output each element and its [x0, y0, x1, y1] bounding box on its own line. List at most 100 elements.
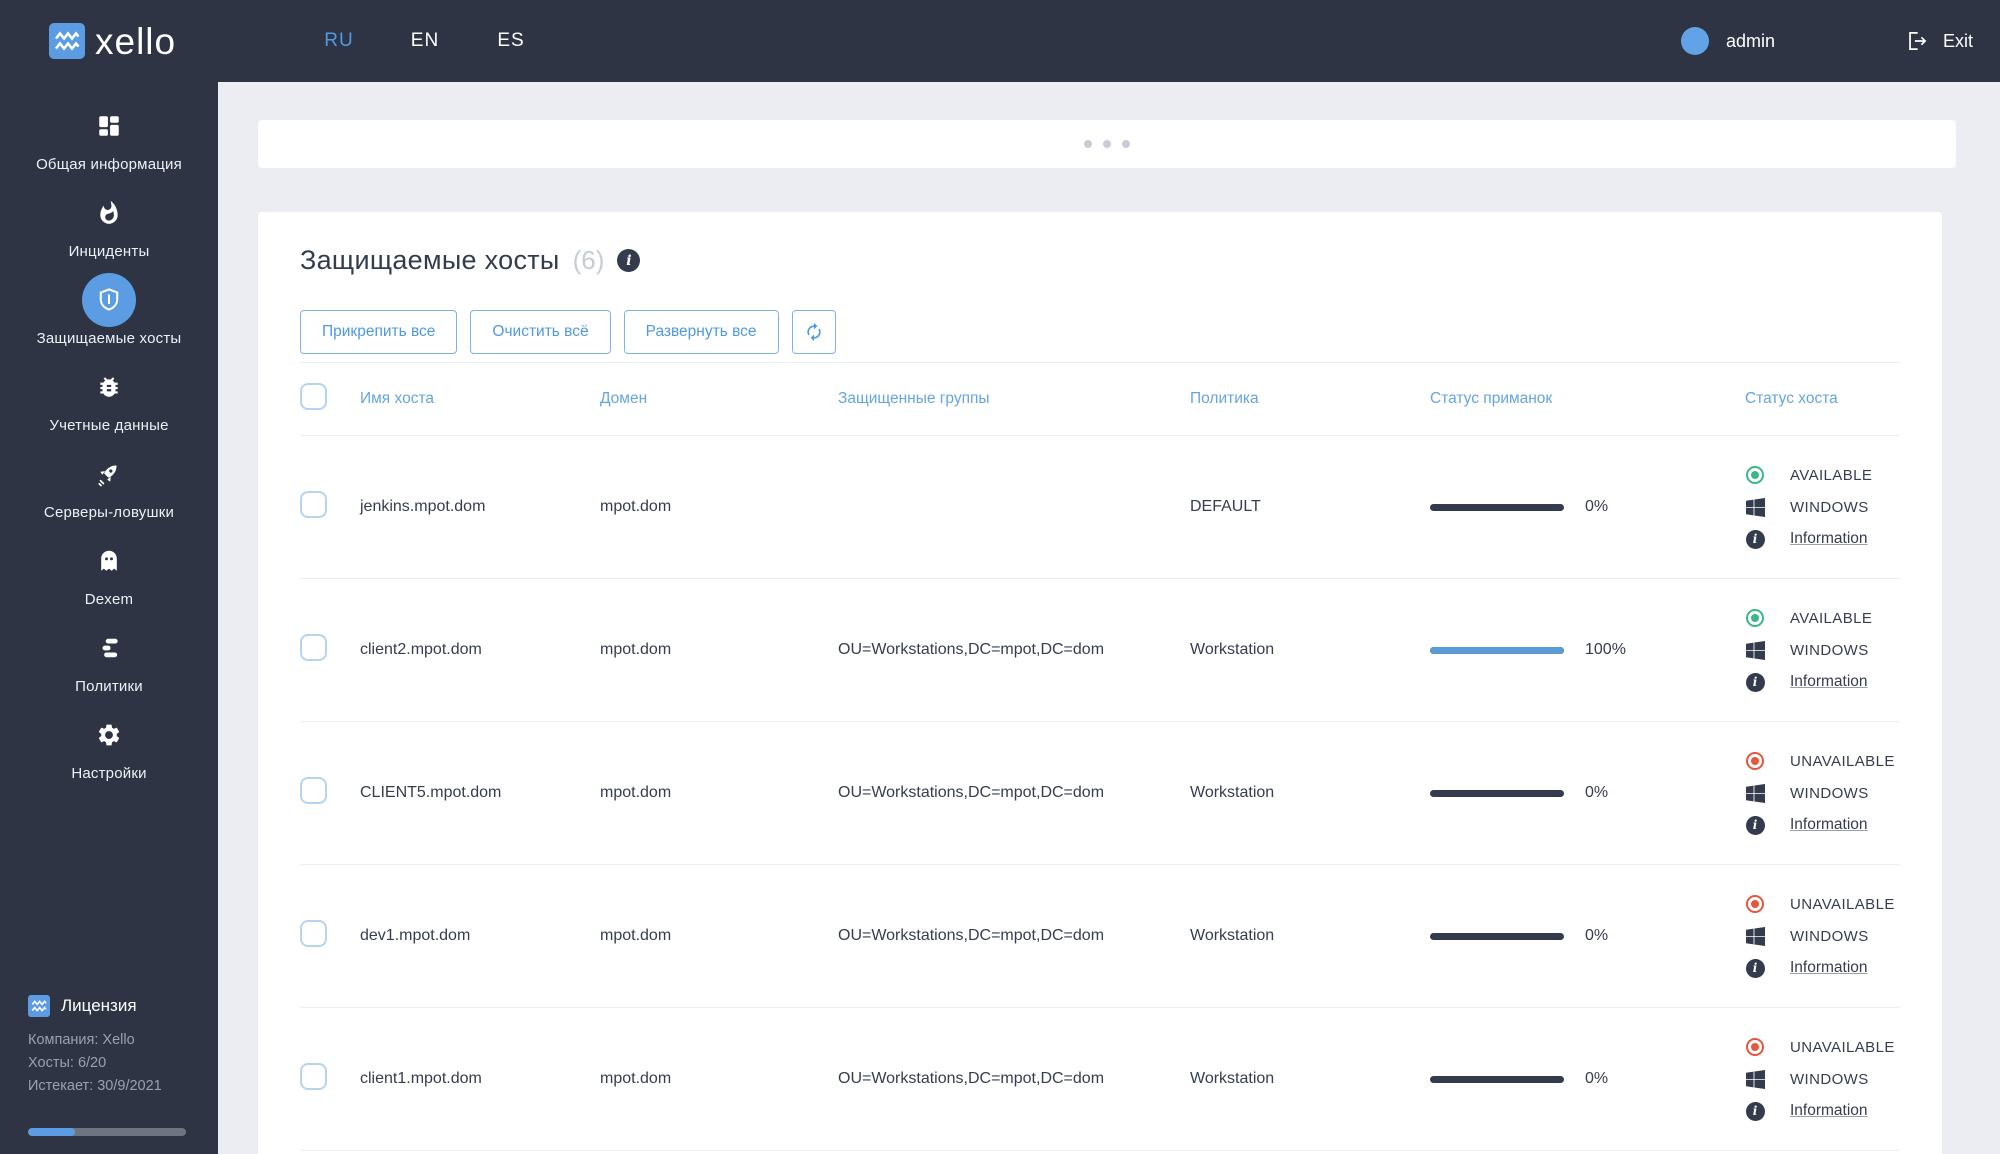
username: admin	[1725, 30, 1775, 51]
sidebar-item-credentials[interactable]: Учетные данные	[0, 360, 218, 434]
lang-tab-es[interactable]: ES	[490, 30, 532, 52]
row-checkbox[interactable]	[300, 634, 327, 661]
protected-groups: OU=Workstations,DC=mpot,DC=dom	[838, 927, 1105, 944]
sidebar-item-label: Инциденты	[68, 243, 150, 260]
rocket-icon	[98, 465, 117, 487]
col-header-decoys: Статус приманок	[1430, 390, 1553, 407]
brand-name: xello	[95, 20, 177, 62]
sidebar-item-general-info[interactable]: Общая информация	[0, 99, 218, 173]
row-checkbox[interactable]	[300, 777, 327, 804]
table-row: CLIENT5.mpot.dom mpot.dom OU=Workstation…	[300, 722, 1900, 865]
decoy-percent: 0%	[1585, 784, 1609, 801]
bug-icon	[100, 377, 118, 397]
gear-icon	[98, 724, 120, 746]
flame-icon	[100, 200, 118, 224]
decoy-percent: 0%	[1585, 498, 1609, 515]
shield-icon	[99, 288, 119, 311]
refresh-button[interactable]	[791, 310, 836, 354]
topbar: xello RU EN ES admin Exit	[0, 0, 2000, 82]
table-header-row: Имя хоста Домен Защищенные группы Полити…	[300, 363, 1900, 436]
information-link[interactable]: Information	[1790, 959, 1868, 977]
select-all-checkbox[interactable]	[300, 383, 327, 410]
sidebar-item-label: Учетные данные	[49, 417, 169, 434]
information-link[interactable]: Information	[1790, 1102, 1868, 1120]
host-name: CLIENT5.mpot.dom	[360, 784, 502, 801]
protected-groups: OU=Workstations,DC=mpot,DC=dom	[838, 641, 1105, 658]
row-checkbox[interactable]	[300, 1063, 327, 1090]
host-status-icon	[1746, 752, 1764, 770]
license-expires: Истекает: 30/9/2021	[28, 1078, 162, 1094]
sidebar-item-label: Общая информация	[36, 156, 182, 173]
hosts-table: Имя хоста Домен Защищенные группы Полити…	[300, 362, 1900, 1151]
host-status-label: UNAVAILABLE	[1790, 752, 1895, 770]
info-icon[interactable]	[617, 249, 641, 272]
info-icon	[1745, 672, 1765, 692]
ellipsis-menu-icon[interactable]	[1084, 140, 1130, 148]
host-status-icon	[1746, 895, 1764, 913]
information-link[interactable]: Information	[1790, 816, 1868, 834]
sidebar-item-trap-servers[interactable]: Серверы-ловушки	[0, 447, 218, 521]
sidebar-item-dexem[interactable]: Dexem	[0, 534, 218, 608]
col-header-host: Имя хоста	[360, 390, 434, 407]
pin-all-button[interactable]: Прикрепить все	[300, 310, 458, 354]
clear-all-button[interactable]: Очистить всё	[470, 310, 611, 354]
sidebar-item-label: Dexem	[84, 591, 134, 608]
host-domain: mpot.dom	[600, 927, 672, 944]
sidebar-item-protected-hosts[interactable]: Защищаемые хосты	[0, 273, 218, 347]
policy: Workstation	[1190, 784, 1275, 801]
avatar[interactable]	[1680, 27, 1709, 55]
refresh-icon	[806, 322, 821, 342]
lang-tab-en[interactable]: EN	[404, 30, 446, 52]
host-name: client2.mpot.dom	[360, 641, 482, 658]
lang-tab-ru[interactable]: RU	[318, 30, 360, 52]
windows-icon	[1745, 1069, 1765, 1089]
sidebar-item-policies[interactable]: Политики	[0, 621, 218, 695]
expand-all-button[interactable]: Развернуть все	[623, 310, 779, 354]
language-switcher: RU EN ES	[318, 30, 532, 52]
host-domain: mpot.dom	[600, 784, 672, 801]
host-domain: mpot.dom	[600, 498, 672, 515]
policy: DEFAULT	[1190, 498, 1261, 515]
windows-icon	[1745, 497, 1765, 517]
policy-bars-icon	[102, 638, 118, 658]
sidebar-item-label: Политики	[75, 678, 143, 695]
host-status-label: UNAVAILABLE	[1790, 895, 1895, 913]
sidebar-item-settings[interactable]: Настройки	[0, 708, 218, 782]
sidebar: Общая информация Инциденты Защищаемые хо…	[0, 82, 218, 1154]
license-company: Компания: Xello	[28, 1032, 135, 1048]
sidebar-item-incidents[interactable]: Инциденты	[0, 186, 218, 260]
os-label: WINDOWS	[1790, 927, 1869, 945]
host-status-label: AVAILABLE	[1790, 466, 1873, 484]
information-link[interactable]: Information	[1790, 530, 1868, 548]
policy: Workstation	[1190, 927, 1275, 944]
information-link[interactable]: Information	[1790, 673, 1868, 691]
col-header-status: Статус хоста	[1745, 390, 1838, 407]
sidebar-item-label: Настройки	[71, 765, 147, 782]
license-panel: Лицензия Компания: Xello Хосты: 6/20 Ист…	[28, 995, 190, 1136]
os-label: WINDOWS	[1790, 498, 1869, 516]
license-hosts: Хосты: 6/20	[28, 1055, 107, 1071]
xello-logo-icon	[49, 23, 85, 59]
decoy-progress-bar	[1430, 1075, 1564, 1083]
table-row: dev1.mpot.dom mpot.dom OU=Workstations,D…	[300, 865, 1900, 1008]
page-title: Защищаемые хосты	[300, 245, 560, 275]
decoy-progress-bar	[1430, 503, 1564, 511]
host-status-label: UNAVAILABLE	[1790, 1038, 1895, 1056]
info-icon	[1745, 958, 1765, 978]
host-name: dev1.mpot.dom	[360, 927, 471, 944]
col-header-groups: Защищенные группы	[838, 390, 990, 407]
sidebar-item-label: Серверы-ловушки	[43, 504, 175, 521]
row-checkbox[interactable]	[300, 491, 327, 518]
protected-groups: OU=Workstations,DC=mpot,DC=dom	[838, 1070, 1105, 1087]
col-header-policy: Политика	[1190, 390, 1259, 407]
exit-button[interactable]: Exit	[1903, 28, 1973, 54]
info-icon	[1745, 1101, 1765, 1121]
os-label: WINDOWS	[1790, 784, 1869, 802]
info-icon	[1745, 529, 1765, 549]
logout-icon	[1909, 32, 1927, 50]
protected-groups: OU=Workstations,DC=mpot,DC=dom	[838, 784, 1105, 801]
row-checkbox[interactable]	[300, 920, 327, 947]
decoy-percent: 0%	[1585, 927, 1609, 944]
brand-logo[interactable]: xello	[49, 23, 176, 60]
host-status-icon	[1746, 1038, 1764, 1056]
